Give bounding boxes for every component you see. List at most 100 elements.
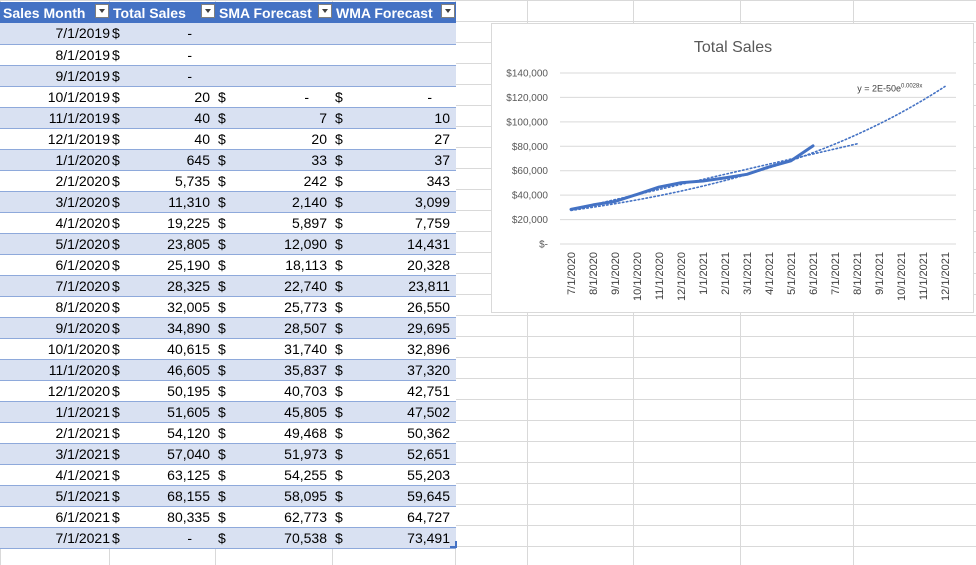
cell-sales-month[interactable]: 6/1/2021 [0,506,110,528]
cell-total[interactable]: $32,005 [110,296,216,318]
cell-wma[interactable]: $73,491 [333,527,456,549]
cell-total[interactable]: $40 [110,128,216,150]
cell-wma[interactable]: $64,727 [333,506,456,528]
filter-dropdown-icon[interactable] [95,4,109,18]
filter-dropdown-icon[interactable] [201,4,215,18]
cell-sma[interactable]: $242 [216,170,333,192]
cell-sma[interactable]: $33 [216,149,333,171]
cell-wma[interactable]: $27 [333,128,456,150]
cell-total[interactable]: $645 [110,149,216,171]
cell-sales-month[interactable]: 3/1/2020 [0,191,110,213]
cell-total[interactable]: $54,120 [110,422,216,444]
cell-total[interactable]: $25,190 [110,254,216,276]
cell-wma[interactable]: $10 [333,107,456,129]
filter-dropdown-icon[interactable] [318,4,332,18]
cell-sales-month[interactable]: 11/1/2020 [0,359,110,381]
cell-sales-month[interactable]: 9/1/2019 [0,65,110,87]
cell-sales-month[interactable]: 7/1/2019 [0,23,110,45]
cell-wma[interactable]: $55,203 [333,464,456,486]
cell-sma[interactable]: $2,140 [216,191,333,213]
cell-sma[interactable]: $54,255 [216,464,333,486]
cell-wma[interactable]: $52,651 [333,443,456,465]
cell-wma[interactable]: $37,320 [333,359,456,381]
cell-total[interactable]: $80,335 [110,506,216,528]
cell-wma[interactable]: $37 [333,149,456,171]
cell-wma[interactable]: $50,362 [333,422,456,444]
cell-total[interactable]: $63,125 [110,464,216,486]
cell-sma[interactable]: $45,805 [216,401,333,423]
cell-sma[interactable]: $58,095 [216,485,333,507]
cell-total[interactable]: $57,040 [110,443,216,465]
header-wma-forecast[interactable]: WMA Forecast [333,2,456,23]
cell-sales-month[interactable]: 5/1/2021 [0,485,110,507]
cell-wma[interactable]: $7,759 [333,212,456,234]
cell-wma[interactable]: $20,328 [333,254,456,276]
cell-total[interactable]: $50,195 [110,380,216,402]
cell-sma[interactable]: $35,837 [216,359,333,381]
header-sma-forecast[interactable]: SMA Forecast [216,2,333,23]
cell-total[interactable]: $ - [110,65,216,87]
cell-sales-month[interactable]: 2/1/2021 [0,422,110,444]
cell-sma[interactable]: $40,703 [216,380,333,402]
total-sales-chart[interactable]: Total Sales $- $20,000 $40,000 $60,000 $80,00… [491,23,974,313]
cell-sales-month[interactable]: 7/1/2020 [0,275,110,297]
cell-sales-month[interactable]: 4/1/2021 [0,464,110,486]
cell-wma[interactable]: $ - [333,86,456,108]
cell-sales-month[interactable]: 8/1/2020 [0,296,110,318]
sales-table[interactable]: Sales Month Total Sales SMA Forecast WMA… [0,2,456,549]
cell-sales-month[interactable]: 5/1/2020 [0,233,110,255]
cell-total[interactable]: $ - [110,44,216,66]
cell-wma[interactable]: $29,695 [333,317,456,339]
cell-sma[interactable] [216,44,333,66]
cell-sma[interactable]: $20 [216,128,333,150]
cell-sma[interactable]: $ - [216,86,333,108]
cell-sma[interactable]: $31,740 [216,338,333,360]
cell-total[interactable]: $ - [110,527,216,549]
cell-wma[interactable] [333,44,456,66]
cell-sales-month[interactable]: 4/1/2020 [0,212,110,234]
cell-sma[interactable]: $28,507 [216,317,333,339]
table-resize-handle[interactable] [450,541,457,548]
cell-total[interactable]: $20 [110,86,216,108]
cell-sales-month[interactable]: 7/1/2021 [0,527,110,549]
cell-wma[interactable]: $23,811 [333,275,456,297]
cell-sales-month[interactable]: 11/1/2019 [0,107,110,129]
cell-total[interactable]: $68,155 [110,485,216,507]
cell-total[interactable]: $28,325 [110,275,216,297]
cell-wma[interactable]: $3,099 [333,191,456,213]
cell-sales-month[interactable]: 12/1/2019 [0,128,110,150]
cell-total[interactable]: $ - [110,23,216,45]
cell-total[interactable]: $34,890 [110,317,216,339]
cell-sales-month[interactable]: 1/1/2021 [0,401,110,423]
cell-total[interactable]: $51,605 [110,401,216,423]
cell-sma[interactable] [216,65,333,87]
header-sales-month[interactable]: Sales Month [0,2,110,23]
cell-total[interactable]: $19,225 [110,212,216,234]
cell-sma[interactable]: $70,538 [216,527,333,549]
cell-sma[interactable]: $7 [216,107,333,129]
cell-sales-month[interactable]: 2/1/2020 [0,170,110,192]
cell-wma[interactable]: $42,751 [333,380,456,402]
cell-sma[interactable]: $12,090 [216,233,333,255]
cell-sma[interactable]: $22,740 [216,275,333,297]
cell-wma[interactable]: $59,645 [333,485,456,507]
cell-sma[interactable]: $51,973 [216,443,333,465]
cell-wma[interactable]: $47,502 [333,401,456,423]
cell-sales-month[interactable]: 6/1/2020 [0,254,110,276]
cell-total[interactable]: $23,805 [110,233,216,255]
cell-wma[interactable]: $32,896 [333,338,456,360]
cell-sma[interactable]: $62,773 [216,506,333,528]
cell-total[interactable]: $40,615 [110,338,216,360]
cell-sma[interactable]: $5,897 [216,212,333,234]
cell-sales-month[interactable]: 8/1/2019 [0,44,110,66]
cell-sma[interactable] [216,23,333,45]
cell-sales-month[interactable]: 10/1/2020 [0,338,110,360]
cell-total[interactable]: $11,310 [110,191,216,213]
cell-wma[interactable]: $26,550 [333,296,456,318]
cell-sales-month[interactable]: 1/1/2020 [0,149,110,171]
cell-wma[interactable]: $343 [333,170,456,192]
cell-total[interactable]: $5,735 [110,170,216,192]
filter-dropdown-icon[interactable] [441,4,455,18]
cell-sales-month[interactable]: 12/1/2020 [0,380,110,402]
header-total-sales[interactable]: Total Sales [110,2,216,23]
